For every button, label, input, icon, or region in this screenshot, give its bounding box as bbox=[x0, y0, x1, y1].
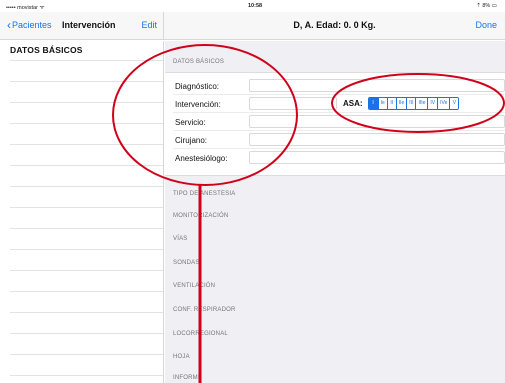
asa-option-ie[interactable]: Ie bbox=[377, 98, 387, 109]
sidebar-item-datos-basicos[interactable]: DATOS BÁSICOS bbox=[10, 45, 83, 55]
asa-option-iie[interactable]: IIe bbox=[395, 98, 407, 109]
anestesiologo-field[interactable] bbox=[249, 151, 505, 164]
sidebar-separator bbox=[10, 249, 163, 250]
sidebar-separator bbox=[10, 207, 163, 208]
asa-segmented-control: I Ie II IIe III IIIe IV IVe V bbox=[367, 97, 460, 110]
sidebar-separator bbox=[10, 81, 163, 82]
back-label: Pacientes bbox=[12, 20, 52, 30]
sidebar-separator bbox=[10, 375, 163, 376]
sidebar: DATOS BÁSICOS bbox=[0, 41, 164, 383]
asa-option-ive[interactable]: IVe bbox=[437, 98, 450, 109]
anestesiologo-label: Anestesiólogo: bbox=[175, 154, 228, 163]
asa-option-iii[interactable]: III bbox=[406, 98, 416, 109]
back-button[interactable]: ‹ Pacientes bbox=[7, 17, 52, 32]
asa-option-i[interactable]: I bbox=[368, 98, 378, 109]
section-conf-respirador[interactable]: CONF. RESPIRADOR bbox=[173, 307, 236, 313]
asa-label: ASA: bbox=[343, 99, 363, 108]
cirujano-label: Cirujano: bbox=[175, 136, 208, 145]
sidebar-separator bbox=[10, 60, 163, 61]
battery-indicator: ⇡ 8% ▭ bbox=[476, 3, 497, 9]
section-informe[interactable]: INFORME bbox=[173, 375, 202, 381]
section-hoja[interactable]: HOJA bbox=[173, 354, 190, 360]
section-vias[interactable]: VÍAS bbox=[173, 236, 187, 242]
asa-option-ii[interactable]: II bbox=[386, 98, 396, 109]
status-bar: ••••• movistar ᯤ 10:58 ⇡ 8% ▭ bbox=[0, 0, 505, 12]
asa-control: ASA: I Ie II IIe III IIIe IV IVe V bbox=[343, 97, 460, 110]
section-header-datos-basicos: DATOS BÁSICOS bbox=[173, 59, 225, 65]
diagnostico-label: Diagnóstico: bbox=[175, 82, 220, 91]
done-button[interactable]: Done bbox=[475, 20, 497, 30]
section-locorregional[interactable]: LOCORREGIONAL bbox=[173, 331, 228, 337]
carrier-signal: ••••• movistar ᯤ bbox=[6, 5, 45, 11]
section-tipo-anestesia[interactable]: TIPO DE ANESTESIA bbox=[173, 191, 235, 197]
asa-option-iiie[interactable]: IIIe bbox=[415, 98, 428, 109]
cirujano-field[interactable] bbox=[249, 133, 505, 146]
anestesiologo-row: Anestesiólogo: bbox=[173, 149, 505, 167]
cirujano-row: Cirujano: bbox=[173, 131, 505, 149]
servicio-label: Servicio: bbox=[175, 118, 206, 127]
section-monitorizacion[interactable]: MONITORIZACIÓN bbox=[173, 213, 228, 219]
diagnostico-field[interactable] bbox=[249, 79, 505, 92]
sidebar-separator bbox=[10, 291, 163, 292]
sidebar-separator bbox=[10, 186, 163, 187]
intervencion-label: Intervención: bbox=[175, 100, 221, 109]
edit-button[interactable]: Edit bbox=[141, 20, 157, 30]
navigation-bar: ‹ Pacientes Intervención Edit D, A. Edad… bbox=[0, 12, 505, 40]
sidebar-separator bbox=[10, 165, 163, 166]
sidebar-separator bbox=[10, 102, 163, 103]
master-nav: ‹ Pacientes Intervención Edit bbox=[0, 12, 164, 40]
sidebar-separator bbox=[10, 270, 163, 271]
chevron-left-icon: ‹ bbox=[7, 17, 11, 32]
detail-title: D, A. Edad: 0. 0 Kg. bbox=[293, 20, 376, 30]
detail-pane: DATOS BÁSICOS Diagnóstico: Intervención:… bbox=[165, 41, 505, 383]
datos-basicos-card: Diagnóstico: Intervención: Servicio: Cir… bbox=[165, 72, 505, 176]
sidebar-separator bbox=[10, 354, 163, 355]
asa-option-iv[interactable]: IV bbox=[427, 98, 438, 109]
master-title: Intervención bbox=[62, 20, 116, 30]
sidebar-separator bbox=[10, 144, 163, 145]
asa-option-v[interactable]: V bbox=[449, 98, 459, 109]
sidebar-separator bbox=[10, 123, 163, 124]
sidebar-separator bbox=[10, 312, 163, 313]
clock: 10:58 bbox=[248, 3, 263, 9]
diagnostico-row: Diagnóstico: bbox=[173, 77, 505, 95]
sidebar-separator bbox=[10, 333, 163, 334]
section-sondas[interactable]: SONDAS bbox=[173, 260, 200, 266]
intervencion-field[interactable] bbox=[249, 97, 337, 110]
section-ventilacion[interactable]: VENTILACIÓN bbox=[173, 283, 215, 289]
sidebar-separator bbox=[10, 228, 163, 229]
servicio-field[interactable] bbox=[249, 115, 505, 128]
servicio-row: Servicio: bbox=[173, 113, 505, 131]
